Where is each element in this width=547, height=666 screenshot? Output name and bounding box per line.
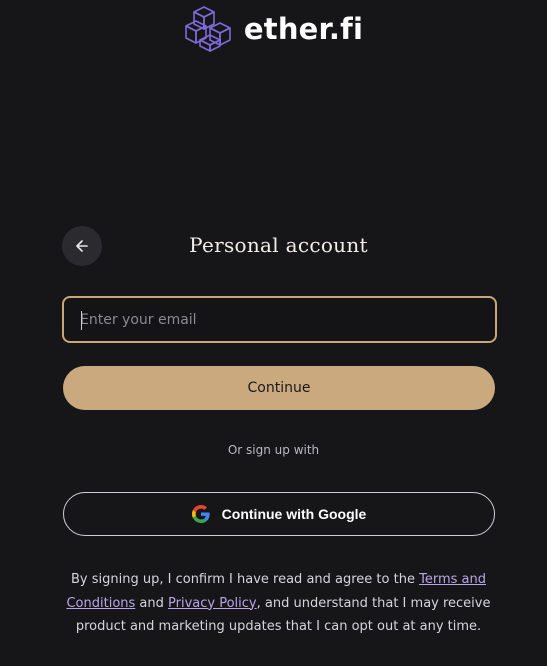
continue-with-google-button[interactable]: Continue with Google — [63, 492, 495, 536]
divider-text: Or sign up with — [227, 443, 320, 457]
email-input[interactable] — [64, 298, 495, 341]
text-caret — [81, 311, 82, 330]
legal-notice: By signing up, I confirm I have read and… — [60, 568, 497, 639]
brand-name: ether.fi — [243, 12, 364, 46]
page-title: Personal account — [189, 233, 368, 257]
continue-button[interactable]: Continue — [63, 366, 495, 410]
email-field-wrapper — [62, 296, 497, 343]
signup-page: ether.fi Personal account Continue Or si… — [0, 0, 547, 666]
brand-logo: ether.fi — [0, 6, 547, 52]
legal-prefix: By signing up, I confirm I have read and… — [71, 572, 420, 587]
page-header: Personal account — [62, 225, 495, 267]
privacy-policy-link[interactable]: Privacy Policy — [168, 596, 257, 611]
google-g-icon — [191, 505, 210, 523]
legal-middle: and — [135, 595, 169, 611]
google-button-label: Continue with Google — [221, 506, 367, 522]
etherfi-cube-logo-icon — [185, 6, 231, 52]
